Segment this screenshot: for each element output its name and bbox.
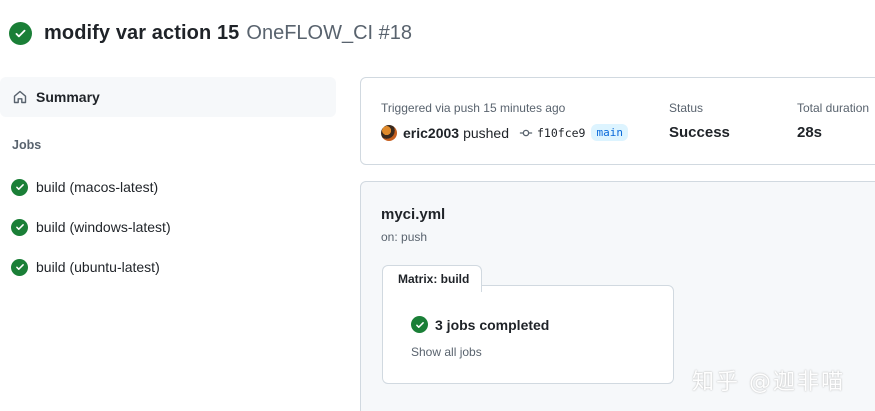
success-check-icon <box>11 178 28 196</box>
matrix-status-text: 3 jobs completed <box>435 316 550 333</box>
success-check-icon <box>411 316 428 333</box>
sidebar-item-label: Summary <box>36 89 100 105</box>
success-check-icon <box>9 21 32 45</box>
trigger-details: eric2003 pushed f10fce9 main <box>381 124 628 141</box>
branch-label[interactable]: main <box>591 124 628 141</box>
show-all-jobs-link[interactable]: Show all jobs <box>411 345 482 359</box>
matrix-status: 3 jobs completed <box>411 316 549 333</box>
run-title: modify var action 15 <box>44 21 240 44</box>
matrix-job-group[interactable]: 3 jobs completed Show all jobs <box>382 285 674 384</box>
sidebar-item-job-ubuntu[interactable]: build (ubuntu-latest) <box>0 247 336 287</box>
job-label: build (windows-latest) <box>36 219 171 235</box>
sidebar-item-job-windows[interactable]: build (windows-latest) <box>0 207 336 247</box>
run-sidebar: Summary Jobs build (macos-latest) build … <box>0 77 336 287</box>
job-label: build (ubuntu-latest) <box>36 259 160 275</box>
watermark: 知乎 @迦非喵 <box>692 370 845 395</box>
trigger-text: Triggered via push 15 minutes ago <box>381 101 566 115</box>
git-commit-icon <box>519 126 533 140</box>
sidebar-item-job-macos[interactable]: build (macos-latest) <box>0 167 336 207</box>
duration-label: Total duration <box>797 101 870 115</box>
workflow-name[interactable]: OneFLOW_CI #18 <box>246 22 412 45</box>
success-check-icon <box>11 218 28 236</box>
job-list: build (macos-latest) build (windows-late… <box>0 167 336 287</box>
commit-sha-link[interactable]: f10fce9 <box>537 126 585 140</box>
home-icon <box>12 89 28 105</box>
workflow-file-name: myci.yml <box>381 206 446 223</box>
success-check-icon <box>11 258 28 276</box>
matrix-tab: Matrix: build <box>382 265 482 292</box>
actor-link[interactable]: eric2003 <box>403 125 459 141</box>
run-summary-card: Triggered via push 15 minutes ago eric20… <box>360 77 875 165</box>
sidebar-item-summary[interactable]: Summary <box>0 77 336 117</box>
status-label: Status <box>669 101 704 115</box>
jobs-heading: Jobs <box>12 138 42 152</box>
workflow-trigger: on: push <box>381 230 428 244</box>
status-value: Success <box>669 124 730 141</box>
workflow-run-page: modify var action 15 OneFLOW_CI #18 Summ… <box>0 0 875 411</box>
status-stat: Status Success <box>669 101 730 141</box>
duration-value: 28s <box>797 124 823 141</box>
avatar[interactable] <box>381 124 397 141</box>
duration-stat: Total duration 28s <box>797 101 869 141</box>
job-label: build (macos-latest) <box>36 179 159 195</box>
trigger-action: pushed <box>463 124 509 141</box>
run-header: modify var action 15 OneFLOW_CI #18 <box>9 20 412 46</box>
